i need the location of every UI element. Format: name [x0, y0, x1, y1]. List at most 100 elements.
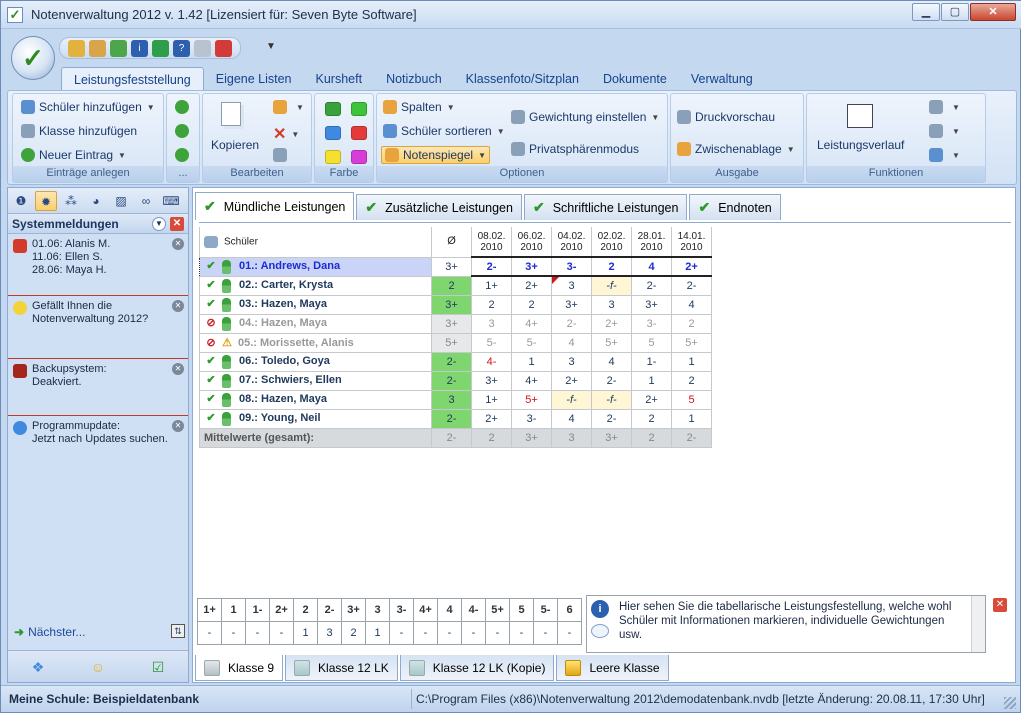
power-icon[interactable] — [215, 39, 232, 57]
nav-first-icon[interactable] — [175, 100, 193, 114]
chart-icon[interactable]: ▨ — [110, 191, 132, 211]
header-date[interactable]: 06.02. 2010 — [511, 227, 552, 258]
grade-cell[interactable]: 3+ — [551, 294, 592, 315]
grade-cell[interactable]: 3 — [551, 351, 592, 372]
close-info-icon[interactable]: ✕ — [993, 598, 1007, 612]
open-folder-icon[interactable] — [68, 39, 85, 57]
checklist-icon[interactable]: ☑ — [149, 658, 167, 676]
grade-cell[interactable]: 5 — [671, 389, 712, 410]
privacy-mode-button[interactable]: Privatsphärenmodus — [511, 142, 639, 156]
grade-cell[interactable]: 2+ — [511, 275, 552, 296]
table-row[interactable]: ⊘ ⚠ 05.: Morissette, Alanis 5+ 5- 5- 4 5+ … — [199, 332, 712, 353]
grade-cell[interactable]: 2- — [591, 408, 632, 429]
close-button[interactable]: ✕ — [970, 3, 1016, 21]
grade-cell[interactable]: 2+ — [471, 408, 512, 429]
grade-cell[interactable]: 3+ — [631, 294, 672, 315]
window-icon[interactable]: ▼ — [929, 124, 960, 138]
grade-cell[interactable]: 2- — [471, 256, 512, 277]
tab-zusaetzlich[interactable]: ✔ Zusätzliche Leistungen — [356, 194, 522, 220]
grade-cell[interactable]: 3 — [471, 313, 512, 334]
network-status-icon[interactable]: ❖ — [29, 658, 47, 676]
keyboard-icon[interactable]: ⌨ — [160, 191, 182, 211]
class-tab-klasse-12-lk-kopie[interactable]: Klasse 12 LK (Kopie) — [399, 655, 555, 681]
class-tab-klasse-12-lk[interactable]: Klasse 12 LK — [285, 655, 398, 681]
tab-notizbuch[interactable]: Notizbuch — [374, 67, 454, 91]
grade-cell[interactable]: 2 — [671, 313, 712, 334]
color-green-button[interactable] — [351, 102, 367, 116]
help-menu-icon[interactable]: ▼ — [929, 148, 960, 162]
app-menu-button[interactable]: ✓ — [11, 36, 55, 80]
grade-cell[interactable]: 2 — [471, 294, 512, 315]
table-row[interactable]: ✔ 06.: Toledo, Goya 2- 4- 1 3 4 1- 1 — [199, 351, 712, 372]
grade-cell[interactable]: 2 — [671, 370, 712, 391]
tools-icon[interactable]: ▼ — [929, 100, 960, 114]
nav-last-icon[interactable] — [175, 148, 193, 162]
lightbulb-icon[interactable]: ✹ — [35, 190, 57, 211]
edit-note-icon[interactable] — [89, 39, 106, 57]
color-magenta-button[interactable] — [351, 150, 367, 164]
dismiss-icon[interactable]: ✕ — [172, 420, 184, 432]
grade-cell[interactable]: 1+ — [471, 275, 512, 296]
table-row[interactable]: ✔ 07.: Schwiers, Ellen 2- 3+ 4+ 2+ 2- 1 2 — [199, 370, 712, 391]
qat-customize-icon[interactable]: ▼ — [266, 41, 276, 52]
grade-cell[interactable]: 4+ — [511, 370, 552, 391]
header-date[interactable]: 02.02. 2010 — [591, 227, 632, 258]
grade-cell[interactable]: 4 — [551, 332, 592, 353]
class-tab-leere-klasse[interactable]: Leere Klasse — [556, 655, 669, 681]
delete-icon[interactable]: ✕ ▼ — [273, 124, 299, 144]
table-row[interactable]: ✔ 09.: Young, Neil 2- 2+ 3- 4 2- 2 1 — [199, 408, 712, 429]
color-yellow-button[interactable] — [325, 150, 341, 164]
grade-cell[interactable]: 3 — [591, 294, 632, 315]
refresh-icon[interactable] — [110, 39, 127, 57]
tab-schriftlich[interactable]: ✔ Schriftliche Leistungen — [523, 194, 688, 220]
grade-cell[interactable]: -f- — [591, 275, 632, 296]
tab-eigene-listen[interactable]: Eigene Listen — [204, 67, 304, 91]
weighting-button[interactable]: Gewichtung einstellen ▼ — [511, 110, 659, 124]
minimize-button[interactable]: ▁ — [912, 3, 940, 21]
print-preview-button[interactable]: Druckvorschau — [677, 110, 775, 124]
grade-cell[interactable]: 2- — [631, 275, 672, 296]
help-icon[interactable]: ? — [173, 39, 190, 57]
grade-cell[interactable]: 2+ — [631, 389, 672, 410]
table-row[interactable]: ✔ 03.: Hazen, Maya 3+ 2 2 3+ 3 3+ 4 — [199, 294, 712, 315]
next-message-link[interactable]: ➜ Nächster... — [14, 625, 85, 639]
grade-cell[interactable]: 1 — [631, 370, 672, 391]
nav-refresh-icon[interactable] — [175, 124, 193, 138]
header-average[interactable]: Ø — [431, 227, 472, 258]
dismiss-icon[interactable]: ✕ — [172, 238, 184, 250]
info-icon[interactable]: i — [591, 600, 609, 618]
add-student-button[interactable]: Schüler hinzufügen ▼ — [21, 100, 155, 114]
grade-cell[interactable]: 2+ — [551, 370, 592, 391]
color-blue-button[interactable] — [325, 126, 341, 140]
grade-cell[interactable]: 1 — [671, 351, 712, 372]
grade-cell[interactable]: -f- — [551, 389, 592, 410]
header-date[interactable]: 08.02. 2010 — [471, 227, 512, 258]
paste-icon[interactable] — [273, 148, 291, 162]
tab-verwaltung[interactable]: Verwaltung — [679, 67, 765, 91]
grade-cell[interactable]: 4 — [591, 351, 632, 372]
speech-bubble-icon[interactable] — [591, 624, 609, 638]
grade-cell[interactable]: 2+ — [591, 313, 632, 334]
globe-icon[interactable]: ◕ — [85, 191, 107, 211]
performance-trend-button[interactable]: Leistungsverlauf — [817, 138, 904, 152]
table-row[interactable]: ✔ 01.: Andrews, Dana 3+ 2- 3+ 3- 2 4 2+ — [199, 256, 712, 277]
columns-button[interactable]: Spalten ▼ — [383, 100, 455, 114]
notenspiegel-button[interactable]: Notenspiegel ▼ — [381, 146, 490, 164]
color-refresh-icon[interactable] — [325, 102, 341, 116]
grade-cell[interactable]: 5+ — [511, 389, 552, 410]
tab-muendlich[interactable]: ✔ Mündliche Leistungen — [195, 192, 355, 220]
grade-cell[interactable]: 4+ — [511, 313, 552, 334]
grade-cell[interactable]: 2+ — [671, 256, 712, 277]
table-row[interactable]: ✔ 02.: Carter, Krysta 2 1+ 2+ 3 -f- 2- 2- — [199, 275, 712, 296]
binoculars-icon[interactable]: ∞ — [135, 191, 157, 211]
grade-cell[interactable]: 2 — [631, 408, 672, 429]
grade-cell[interactable]: 2 — [511, 294, 552, 315]
class-tab-klasse-9[interactable]: Klasse 9 — [195, 655, 284, 681]
grade-cell[interactable]: 2- — [591, 370, 632, 391]
grade-cell[interactable]: 5- — [511, 332, 552, 353]
grade-cell[interactable]: 2- — [671, 275, 712, 296]
resize-grip[interactable] — [1004, 697, 1016, 709]
network-icon[interactable]: ⁂ — [60, 191, 82, 211]
edit-icon[interactable]: ▼ — [273, 100, 304, 114]
header-date[interactable]: 14.01. 2010 — [671, 227, 712, 258]
